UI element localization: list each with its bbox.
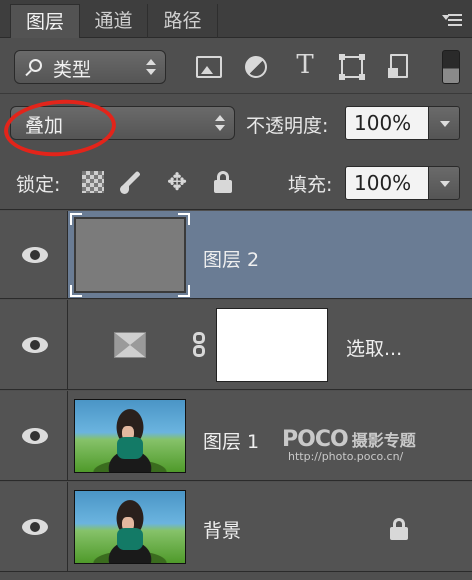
fill-label: 填充: <box>288 174 333 196</box>
type-layer-filter-icon[interactable]: T <box>292 52 318 78</box>
adjustment-layer-icon[interactable] <box>114 332 146 358</box>
layer-name[interactable]: 图层 2 <box>203 245 259 272</box>
tab-paths[interactable]: 路径 <box>148 4 218 38</box>
selection-corner <box>70 213 82 225</box>
layer-mask-thumbnail[interactable] <box>216 308 328 382</box>
select-arrows-icon <box>215 115 225 131</box>
visibility-cell[interactable] <box>0 482 68 571</box>
smart-object-filter-icon[interactable] <box>388 54 408 78</box>
fill-input[interactable]: 100% <box>345 166 429 200</box>
lock-transparent-pixels-icon[interactable] <box>82 171 104 193</box>
lock-icon <box>388 518 410 540</box>
selection-corner <box>178 285 190 297</box>
layer-thumbnail[interactable] <box>74 490 186 564</box>
lock-label: 锁定: <box>16 174 61 196</box>
layer-name[interactable]: 背景 <box>203 516 241 543</box>
filter-toggle-switch[interactable] <box>442 50 460 84</box>
link-chain-icon[interactable] <box>192 332 206 358</box>
pixel-layer-filter-icon[interactable] <box>196 56 222 78</box>
eye-icon[interactable] <box>22 427 48 444</box>
layer-thumbnail[interactable] <box>74 399 186 473</box>
lock-row: 锁定: ✥ 填充: 100% <box>0 158 472 210</box>
selection-corner <box>178 213 190 225</box>
layer-name[interactable]: 图层 1 <box>203 427 259 454</box>
layer-name[interactable]: 选取... <box>346 334 402 361</box>
panel-tab-bar: 图层 通道 路径 <box>0 0 472 38</box>
fill-dropdown-button[interactable] <box>428 166 460 200</box>
watermark-url: http://photo.poco.cn/ <box>288 450 404 463</box>
watermark: POCO 摄影专题 http://photo.poco.cn/ <box>282 427 416 463</box>
visibility-cell[interactable] <box>0 300 68 389</box>
layer-filter-row: 类型 T <box>0 38 472 94</box>
layer-thumbnail[interactable] <box>74 217 186 293</box>
opacity-dropdown-button[interactable] <box>428 106 460 140</box>
eye-icon[interactable] <box>22 246 48 263</box>
layer-row-layer1[interactable]: 图层 1 POCO 摄影专题 http://photo.poco.cn/ <box>0 391 472 481</box>
tab-channels[interactable]: 通道 <box>80 4 148 38</box>
shape-layer-filter-icon[interactable] <box>339 54 365 80</box>
adjustment-layer-filter-icon[interactable] <box>245 56 267 78</box>
lock-image-pixels-icon[interactable] <box>120 171 142 194</box>
visibility-cell[interactable] <box>0 391 68 480</box>
select-arrows-icon <box>146 59 156 75</box>
eye-icon[interactable] <box>22 518 48 535</box>
lock-all-icon[interactable] <box>212 171 234 193</box>
filter-kind-select[interactable]: 类型 <box>14 50 166 84</box>
watermark-logo: POCO 摄影专题 <box>282 427 416 452</box>
opacity-input[interactable]: 100% <box>345 106 429 140</box>
filter-kind-label: 类型 <box>53 59 92 81</box>
layer-row-background[interactable]: 背景 <box>0 482 472 572</box>
selection-corner <box>70 285 82 297</box>
panel-menu-icon[interactable] <box>442 12 462 28</box>
eye-icon[interactable] <box>22 336 48 353</box>
lock-position-icon[interactable]: ✥ <box>166 170 188 194</box>
tab-layers[interactable]: 图层 <box>10 4 80 38</box>
layer-row-selective-color[interactable]: 选取... <box>0 300 472 390</box>
layer-row-layer2[interactable]: 图层 2 <box>0 211 472 299</box>
search-icon <box>29 59 42 72</box>
opacity-label: 不透明度: <box>246 115 329 137</box>
visibility-cell[interactable] <box>0 211 68 298</box>
